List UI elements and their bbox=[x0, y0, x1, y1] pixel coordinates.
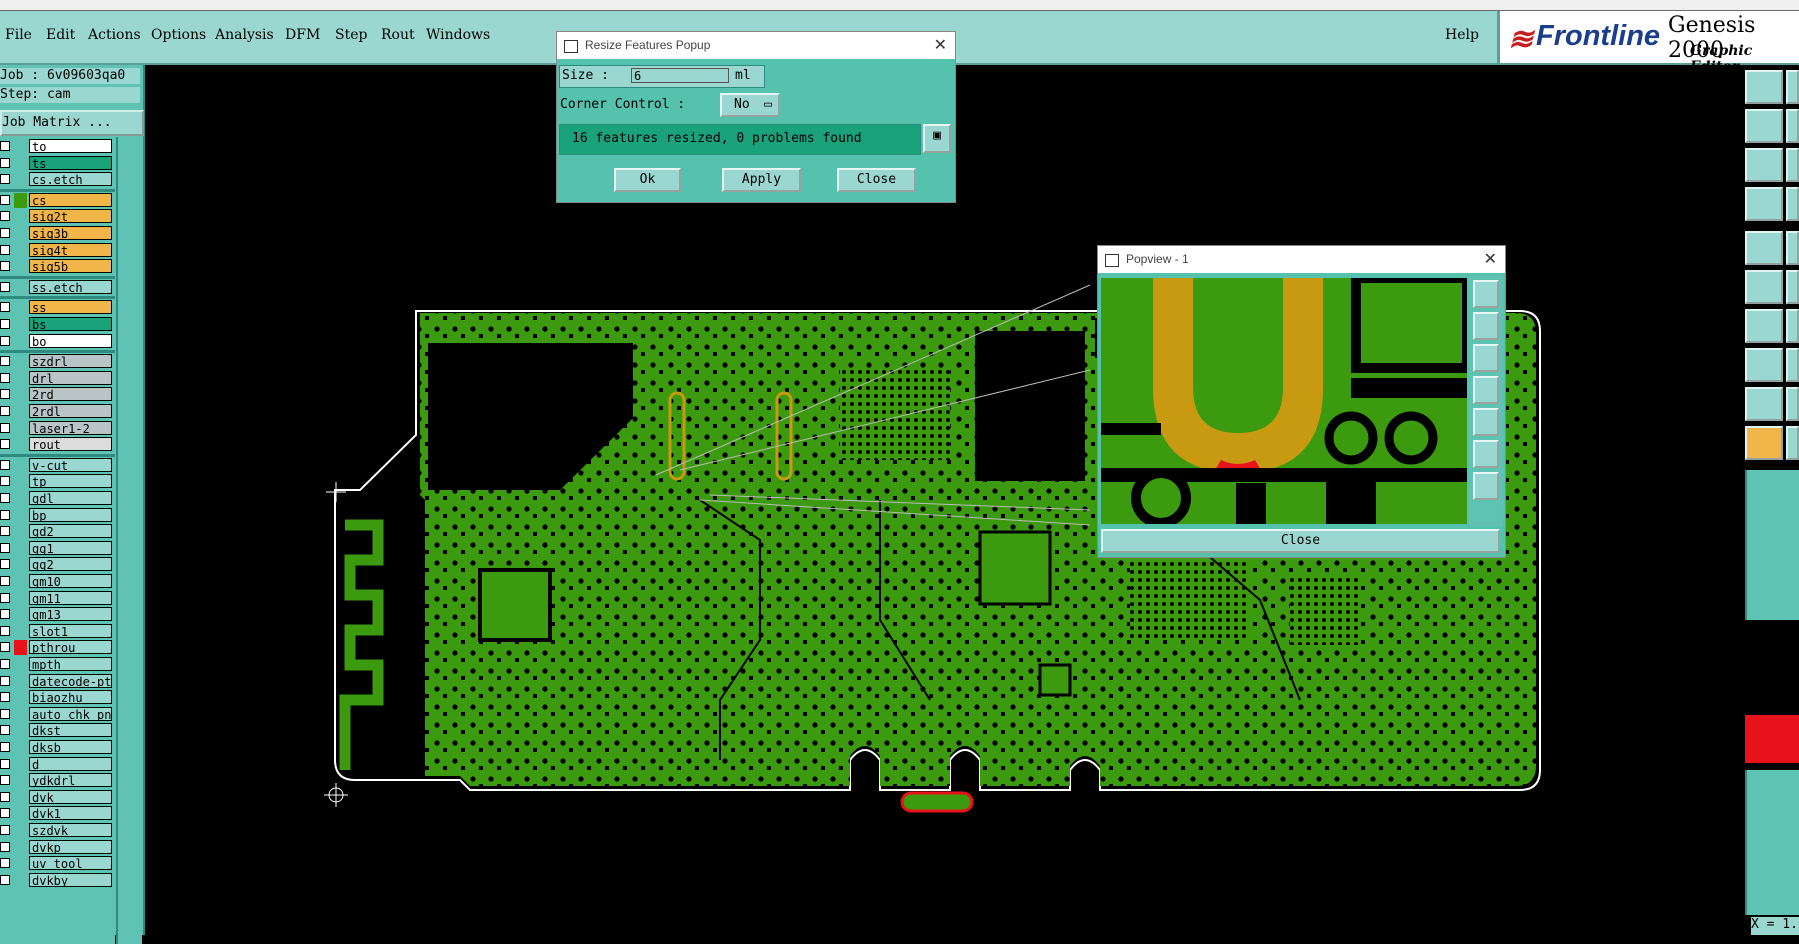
popview-toolbar bbox=[1469, 276, 1503, 526]
toolbar-spacer bbox=[1745, 470, 1799, 620]
zoom-in-icon[interactable] bbox=[1745, 109, 1783, 143]
toolbar-more[interactable] bbox=[1786, 270, 1799, 304]
size-input[interactable] bbox=[631, 68, 729, 83]
resize-popup-titlebar[interactable]: Resize Features Popup ✕ bbox=[557, 32, 955, 59]
menu-dfm[interactable]: DFM bbox=[285, 27, 320, 43]
report-icon[interactable]: ▣ bbox=[923, 124, 951, 153]
corner-control-label: Corner Control : bbox=[560, 97, 686, 112]
toolbar-more[interactable] bbox=[1786, 231, 1799, 265]
popview-canvas[interactable] bbox=[1101, 278, 1467, 524]
add-feature-icon[interactable] bbox=[1745, 231, 1783, 265]
popview-left-icon[interactable] bbox=[1473, 376, 1499, 404]
popview-center-icon[interactable] bbox=[1473, 472, 1499, 500]
resize-popup-title: Resize Features Popup bbox=[585, 38, 711, 52]
menu-file[interactable]: File bbox=[5, 27, 32, 43]
popview-fit-icon[interactable] bbox=[1473, 440, 1499, 468]
menu-windows[interactable]: Windows bbox=[426, 27, 490, 43]
popview-zoom-in-icon[interactable] bbox=[1473, 280, 1499, 308]
resize-features-popup: Resize Features Popup ✕ Size : ml Corner… bbox=[556, 31, 956, 203]
zoom-fit-icon[interactable] bbox=[1745, 148, 1783, 182]
net-icon[interactable] bbox=[1745, 270, 1783, 304]
corner-control-select[interactable]: No ▭ bbox=[720, 93, 780, 117]
snap-icon[interactable] bbox=[1745, 348, 1783, 382]
toolbar-more[interactable] bbox=[1786, 348, 1799, 382]
apply-button[interactable]: Apply bbox=[722, 168, 801, 192]
toolbar-spacer bbox=[1745, 770, 1799, 915]
menu-analysis[interactable]: Analysis bbox=[215, 27, 274, 43]
status-bar: 16 features resized, 0 problems found bbox=[559, 124, 921, 155]
menu-edit[interactable]: Edit bbox=[46, 27, 75, 43]
popview-close-button[interactable]: Close bbox=[1101, 529, 1500, 553]
close-button[interactable]: Close bbox=[837, 168, 916, 192]
popview-up-icon[interactable] bbox=[1473, 344, 1499, 372]
size-label: Size : bbox=[562, 68, 609, 83]
popview-titlebar[interactable]: Popview - 1 ✕ bbox=[1098, 246, 1505, 273]
zoom-home-icon[interactable] bbox=[1745, 70, 1783, 104]
popview-zoom-out-icon[interactable] bbox=[1473, 312, 1499, 340]
drc-icon[interactable] bbox=[1745, 387, 1783, 421]
window-icon bbox=[564, 40, 578, 53]
toolbar-more[interactable] bbox=[1786, 187, 1799, 221]
brand-name: Frontline bbox=[1536, 20, 1661, 52]
size-unit: ml bbox=[735, 68, 751, 83]
toolbar-more[interactable] bbox=[1786, 148, 1799, 182]
window-top-edge bbox=[0, 0, 1799, 11]
select-pointer-icon[interactable] bbox=[1745, 426, 1783, 460]
brand-logo: ≋ Frontline Genesis 2000 Graphic Editor bbox=[1497, 11, 1799, 75]
frontline-logo-icon: ≋ bbox=[1508, 23, 1533, 56]
toolbar-more[interactable] bbox=[1786, 426, 1799, 460]
menu-rout[interactable]: Rout bbox=[381, 27, 415, 43]
close-icon[interactable]: ✕ bbox=[1484, 246, 1497, 273]
coordinate-readout: X = 1. bbox=[1751, 917, 1799, 935]
menu-step[interactable]: Step bbox=[335, 27, 367, 43]
menu-actions[interactable]: Actions bbox=[88, 27, 141, 43]
corner-control-value: No bbox=[734, 97, 750, 112]
popview-window: Popview - 1 ✕ Close bbox=[1097, 245, 1506, 558]
pan-icon[interactable] bbox=[1745, 187, 1783, 221]
dropdown-icon: ▭ bbox=[764, 97, 772, 112]
popview-title: Popview - 1 bbox=[1126, 252, 1189, 266]
popview-right-icon[interactable] bbox=[1473, 408, 1499, 436]
window-icon bbox=[1105, 254, 1119, 267]
menu-help[interactable]: Help bbox=[1445, 27, 1479, 43]
toolbar-more[interactable] bbox=[1786, 109, 1799, 143]
toolbar-more[interactable] bbox=[1786, 70, 1799, 104]
ok-button[interactable]: Ok bbox=[614, 168, 681, 192]
toolbar-more[interactable] bbox=[1786, 387, 1799, 421]
menu-options[interactable]: Options bbox=[151, 27, 206, 43]
toolbar-more[interactable] bbox=[1786, 309, 1799, 343]
layer-indicator bbox=[1745, 715, 1799, 763]
status-message: 16 features resized, 0 problems found bbox=[572, 131, 862, 146]
measure-icon[interactable] bbox=[1745, 309, 1783, 343]
close-icon[interactable]: ✕ bbox=[934, 32, 947, 59]
